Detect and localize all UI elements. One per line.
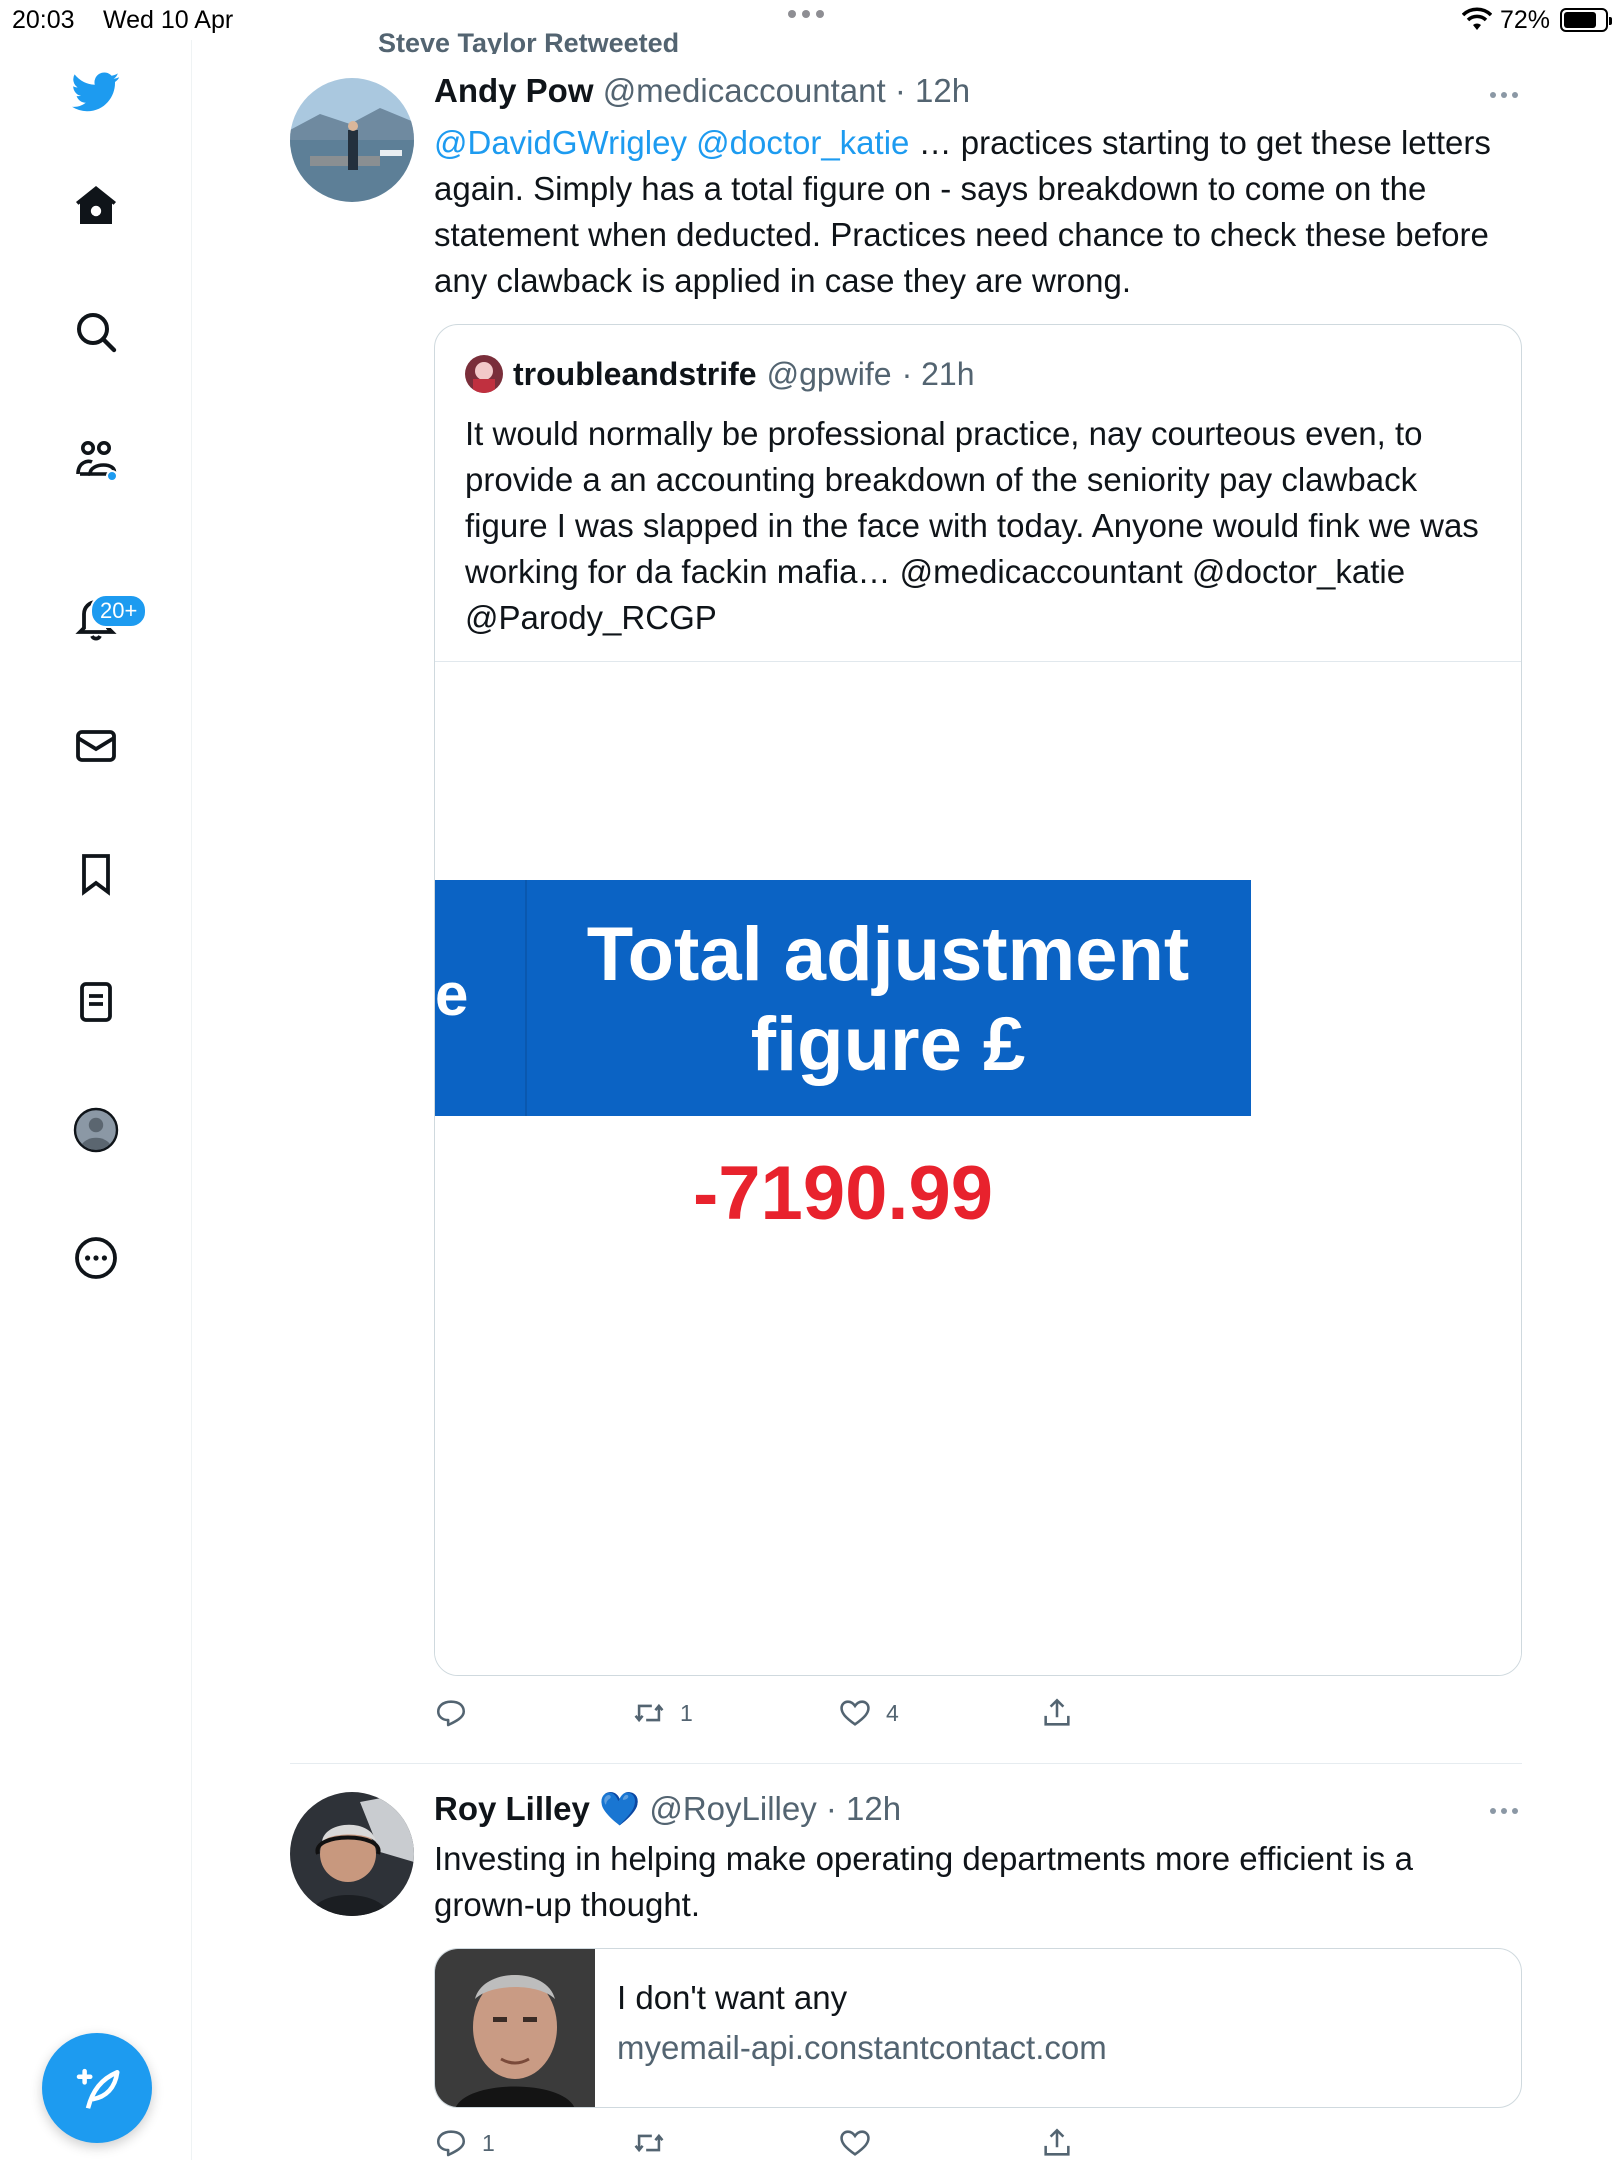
communities-unread-dot — [106, 470, 118, 482]
share-button[interactable] — [1040, 2126, 1074, 2160]
tweet-header: Andy Pow @medicaccountant · 12h — [434, 72, 970, 110]
like-button[interactable] — [838, 2126, 872, 2160]
link-title: I don't want any — [617, 1979, 848, 2016]
quote-header: troubleandstrife @gpwife · 21h — [465, 355, 975, 393]
banner-heading-line1: Total adjustment — [586, 912, 1190, 997]
tweet-header: Roy Lilley 💙 @RoyLilley · 12h — [434, 1790, 901, 1829]
compose-tweet-button[interactable] — [42, 2033, 152, 2143]
bookmarks-icon[interactable] — [66, 844, 126, 904]
retweet-note-text: Steve Taylor Retweeted — [378, 28, 680, 54]
quote-text: It would normally be professional practi… — [465, 415, 1479, 636]
quote-attached-image[interactable]: e Total adjustment figure £ -7190.99 — [435, 661, 1521, 1675]
reply-icon — [436, 1700, 466, 1727]
share-icon — [1044, 1698, 1070, 1726]
author-handle[interactable]: @RoyLilley — [649, 1790, 816, 1827]
tweet-body: @DavidGWrigley @doctor_katie … practices… — [434, 120, 1524, 304]
adjustment-banner: e Total adjustment figure £ — [435, 880, 1251, 1116]
retweet-button[interactable] — [632, 2126, 666, 2160]
tweet-mentions[interactable]: @DavidGWrigley @doctor_katie — [434, 124, 909, 161]
battery-percent: 72% — [1500, 6, 1551, 34]
like-button[interactable]: 4 — [838, 1696, 899, 1730]
avatar-troubleandstrife — [465, 355, 503, 393]
multitasking-dots-icon[interactable] — [788, 10, 824, 18]
retweet-icon — [634, 2133, 664, 2153]
avatar-roy-lilley[interactable] — [290, 1792, 414, 1916]
home-icon[interactable] — [66, 176, 126, 236]
notifications-count-badge: 20+ — [90, 594, 148, 628]
reply-icon — [436, 2130, 466, 2157]
share-button[interactable] — [1040, 1696, 1074, 1730]
status-date: Wed 10 Apr — [103, 6, 234, 34]
tweet-divider — [290, 1763, 1522, 1764]
author-handle[interactable]: @medicaccountant — [603, 72, 886, 109]
author-name[interactable]: Roy Lilley — [434, 1790, 590, 1827]
blue-heart-emoji: 💙 — [599, 1790, 641, 1827]
battery-icon — [1560, 8, 1612, 32]
quoted-tweet-card[interactable]: troubleandstrife @gpwife · 21h It would … — [434, 324, 1522, 1676]
lists-icon[interactable] — [66, 972, 126, 1032]
reply-button[interactable] — [434, 1696, 468, 1730]
status-bar: 20:03 Wed 10 Apr 72% — [0, 0, 1620, 40]
like-count: 4 — [886, 1699, 899, 1726]
link-domain: myemail-api.constantcontact.com — [617, 2029, 1107, 2066]
reply-count: 1 — [482, 2129, 495, 2156]
tweet-text: Investing in helping make operating depa… — [434, 1840, 1413, 1923]
tweet-time[interactable]: · 12h — [895, 72, 970, 109]
quote-author-handle: @gpwife — [766, 355, 892, 392]
reply-button[interactable]: 1 — [434, 2126, 495, 2160]
retweet-button[interactable]: 1 — [632, 1696, 693, 1730]
banner-heading-line2: figure £ — [750, 1002, 1026, 1087]
adjustment-value: -7190.99 — [692, 1151, 994, 1236]
link-thumbnail — [435, 1949, 595, 2107]
wifi-icon — [1461, 6, 1493, 39]
heart-icon — [840, 2130, 870, 2156]
tweet-time[interactable]: · 12h — [826, 1790, 901, 1827]
retweet-count: 1 — [680, 1699, 693, 1726]
messages-icon[interactable] — [66, 716, 126, 776]
retweet-indicator[interactable]: Steve Taylor Retweeted — [378, 28, 679, 54]
status-time: 20:03 — [12, 6, 75, 34]
profile-icon[interactable] — [66, 1100, 126, 1160]
retweet-icon — [634, 1703, 664, 1723]
banner-edge-letter: e — [435, 961, 469, 1028]
avatar-andy-pow[interactable] — [290, 78, 414, 202]
sidebar-nav: 20+ — [0, 40, 192, 2160]
author-name[interactable]: Andy Pow — [434, 72, 594, 109]
twitter-logo-icon[interactable] — [66, 62, 126, 122]
share-icon — [1044, 2128, 1070, 2156]
banner-heading: Total adjustment figure £ — [525, 910, 1251, 1090]
quote-author-name: troubleandstrife — [513, 355, 757, 392]
tweet-more-icon[interactable] — [1490, 1808, 1518, 1814]
compose-feather-icon — [76, 2068, 120, 2109]
more-options-icon[interactable] — [66, 1228, 126, 1288]
heart-icon — [840, 1700, 870, 1726]
search-icon[interactable] — [66, 302, 126, 362]
link-preview-card[interactable]: I don't want any myemail-api.constantcon… — [434, 1948, 1522, 2108]
tweet-more-icon[interactable] — [1490, 92, 1518, 98]
quote-time: · 21h — [901, 355, 975, 392]
